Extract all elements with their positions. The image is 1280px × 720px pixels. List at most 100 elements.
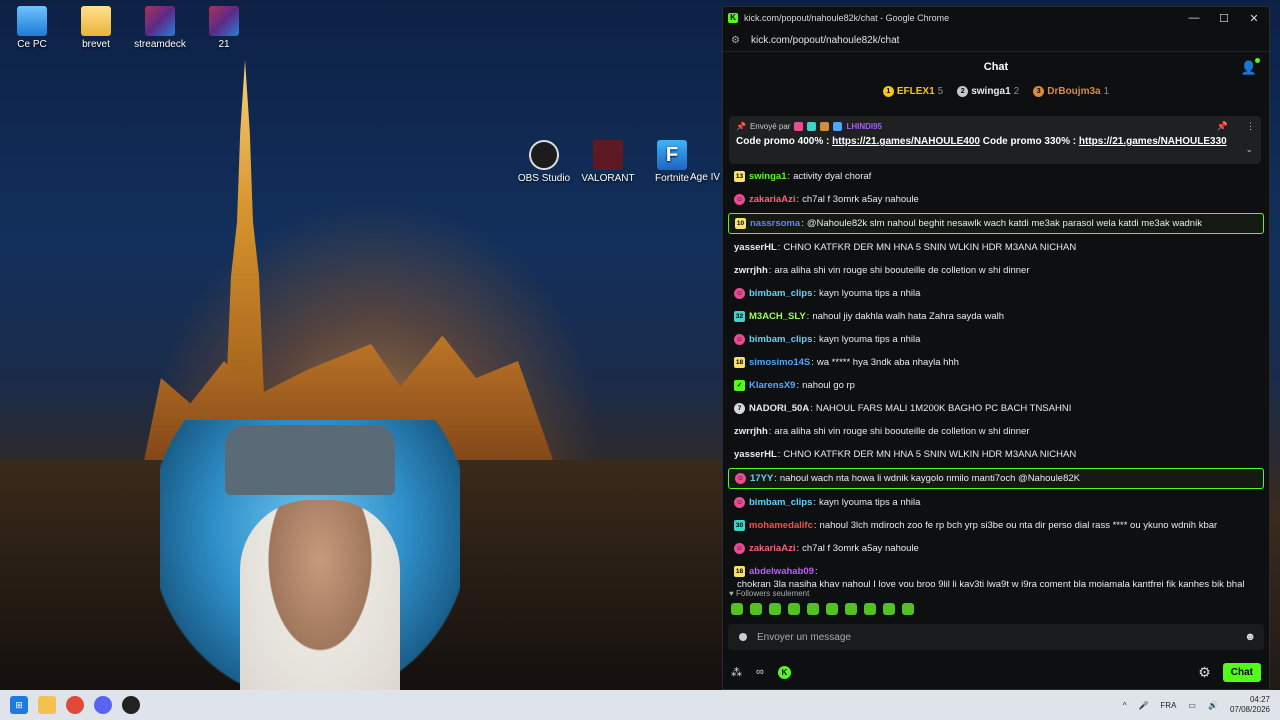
chat-message: ☺ zakariaAzi: ch7al f 3omrk a5ay nahoule: [728, 539, 1264, 558]
chevron-down-icon[interactable]: ⌄: [1245, 144, 1253, 155]
chevron-up-icon[interactable]: ^: [1123, 701, 1127, 710]
site-settings-icon[interactable]: ⚙: [731, 35, 743, 46]
file-explorer-icon[interactable]: [38, 696, 56, 714]
chat-username[interactable]: 17YY: [750, 472, 773, 485]
desktop-icon-brevet[interactable]: brevet: [64, 6, 128, 50]
unpin-icon[interactable]: 📌: [1217, 121, 1228, 132]
user-badge-icon: ☺: [734, 194, 745, 205]
obs-taskbar-icon[interactable]: [122, 696, 140, 714]
emote-3[interactable]: [769, 603, 781, 615]
minimize-button[interactable]: —: [1179, 12, 1209, 25]
user-badge-icon: 10: [735, 218, 746, 229]
volume-icon[interactable]: 🔊: [1208, 701, 1218, 710]
chat-username[interactable]: yasserHL: [734, 448, 777, 461]
chat-message: yasserHL: CHNO KATFKR DER MN HNA 5 SNIN W…: [734, 448, 1077, 461]
user-badge-icon: 7: [734, 403, 745, 414]
close-button[interactable]: ✕: [1239, 12, 1269, 25]
users-icon[interactable]: 👤: [1241, 58, 1260, 76]
pinned-username[interactable]: LHINDI95: [846, 122, 882, 131]
chat-username[interactable]: zakariaAzi: [749, 193, 795, 206]
language-indicator[interactable]: FRA: [1160, 701, 1176, 710]
chat-username[interactable]: simosimo14S: [749, 356, 810, 369]
chat-message-text: NAHOUL FARS MALI 1M200K BAGHO PC BACH TN…: [815, 403, 1072, 414]
emote-6[interactable]: [826, 603, 838, 615]
clock[interactable]: 04:27 07/08/2026: [1230, 695, 1270, 715]
chat-username[interactable]: NADORI_50A: [749, 402, 809, 415]
more-options-icon[interactable]: ⋮: [1246, 121, 1255, 132]
leader-2[interactable]: 2 swinga1 2: [957, 85, 1019, 97]
desktop-icon-obs[interactable]: OBS Studio: [512, 140, 576, 184]
system-tray: ^ 🎤 FRA ▭ 🔊 04:27 07/08/2026: [1123, 695, 1280, 715]
og-badge-icon: [807, 122, 817, 131]
chat-message: 18 simosimo14S: wa ***** hya 3ndk aba nhay…: [734, 356, 959, 369]
chat-message-text: kayn lyouma tips a nhila: [819, 288, 921, 299]
chat-username[interactable]: abdelwahab09: [749, 565, 814, 578]
maximize-button[interactable]: ☐: [1209, 12, 1239, 25]
bronze-medal-icon: 3: [1033, 85, 1045, 97]
chat-message-text: nahoul jiy dakhla walh hata Zahra sayda …: [812, 311, 1005, 322]
chrome-icon[interactable]: [66, 696, 84, 714]
user-badge-icon: 13: [734, 171, 745, 182]
emote-5[interactable]: [807, 603, 819, 615]
chat-username[interactable]: nassrsoma: [750, 217, 800, 230]
desktop-icon-21[interactable]: 21: [192, 6, 256, 50]
user-badge-icon: ✓: [734, 380, 745, 391]
emote-4[interactable]: [788, 603, 800, 615]
title-bar: K kick.com/popout/nahoule82k/chat - Goog…: [723, 7, 1269, 29]
settings-icon[interactable]: ⚙: [1198, 664, 1211, 681]
chat-username[interactable]: yasserHL: [734, 241, 777, 254]
kick-logo-icon[interactable]: K: [777, 665, 791, 679]
address-bar[interactable]: ⚙ kick.com/popout/nahoule82k/chat: [723, 29, 1269, 52]
chat-username[interactable]: bimbam_clips: [749, 287, 812, 300]
desktop-icon-ce-pc[interactable]: Ce PC: [0, 6, 64, 50]
url-text[interactable]: kick.com/popout/nahoule82k/chat: [751, 35, 899, 46]
chat-message-text: wa ***** hya 3ndk aba nhayla hhh: [816, 357, 959, 368]
chat-message: ☺ bimbam_clips: kayn lyouma tips a nhila: [728, 493, 1264, 512]
chat-username[interactable]: M3ACH_SLY: [749, 310, 806, 323]
badges-icon[interactable]: ⁂: [731, 666, 742, 679]
message-placeholder[interactable]: Envoyer un message: [757, 632, 851, 643]
chat-message: 7 NADORI_50A: NAHOUL FARS MALI 1M200K BAGH…: [728, 399, 1264, 418]
leader-1[interactable]: 1 EFLEX1 5: [882, 85, 943, 97]
desktop-icon-valorant[interactable]: VALORANT: [576, 140, 640, 184]
emote-2[interactable]: [750, 603, 762, 615]
chat-username[interactable]: zakariaAzi: [749, 542, 795, 555]
chat-username[interactable]: mohamedalifc: [749, 519, 813, 532]
user-badge-icon: 18: [734, 566, 745, 577]
infinity-icon[interactable]: ∞: [756, 666, 764, 678]
chat-message: ☺ zakariaAzi: ch7al f 3omrk a5ay nahoule: [728, 190, 1264, 209]
chat-message-text: activity dyal choraf: [793, 171, 872, 182]
user-badge-icon: 30: [734, 520, 745, 531]
chat-username[interactable]: bimbam_clips: [749, 496, 812, 509]
chat-username[interactable]: KlarensX9: [749, 379, 795, 392]
windows-start-icon[interactable]: ⊞: [10, 696, 28, 714]
emote-bar: [731, 603, 914, 615]
send-chat-button[interactable]: Chat: [1222, 662, 1261, 682]
promo-link-400[interactable]: https://21.games/NAHOULE400: [832, 136, 980, 147]
network-icon[interactable]: ▭: [1188, 701, 1196, 710]
leader-3[interactable]: 3 DrBoujm3a 1: [1033, 85, 1109, 97]
winrar-icon: [145, 6, 175, 36]
obs-icon: [529, 140, 559, 170]
chat-username[interactable]: zwrrjhh: [734, 264, 768, 277]
pinned-text: Code promo 400% : https://21.games/NAHOU…: [736, 136, 1227, 147]
emoji-icon[interactable]: ☻: [1244, 631, 1256, 643]
emote-7[interactable]: [845, 603, 857, 615]
chat-username[interactable]: zwrrjhh: [734, 425, 768, 438]
desktop-icon-streamdeck[interactable]: streamdeck: [128, 6, 192, 50]
discord-icon[interactable]: [94, 696, 112, 714]
emote-1[interactable]: [731, 603, 743, 615]
microphone-icon[interactable]: 🎤: [1138, 701, 1148, 710]
emote-10[interactable]: [902, 603, 914, 615]
message-input[interactable]: Envoyer un message ☻: [728, 624, 1264, 650]
chat-message-text: @Nahoule82k slm nahoul beghit nesawlk wa…: [806, 218, 1202, 229]
promo-link-330[interactable]: https://21.games/NAHOULE330: [1079, 136, 1227, 147]
emote-9[interactable]: [883, 603, 895, 615]
emote-8[interactable]: [864, 603, 876, 615]
chat-username[interactable]: swinga1: [749, 170, 787, 183]
chat-footer: ⁂ ∞ K ⚙ Chat: [731, 661, 1261, 683]
chat-message-text: ch7al f 3omrk a5ay nahoule: [802, 194, 919, 205]
chat-username[interactable]: bimbam_clips: [749, 333, 812, 346]
chat-message: 18 abdelwahab09: chokran 3la nasiha khay n…: [728, 562, 1264, 587]
user-badge-icon: 32: [734, 311, 745, 322]
